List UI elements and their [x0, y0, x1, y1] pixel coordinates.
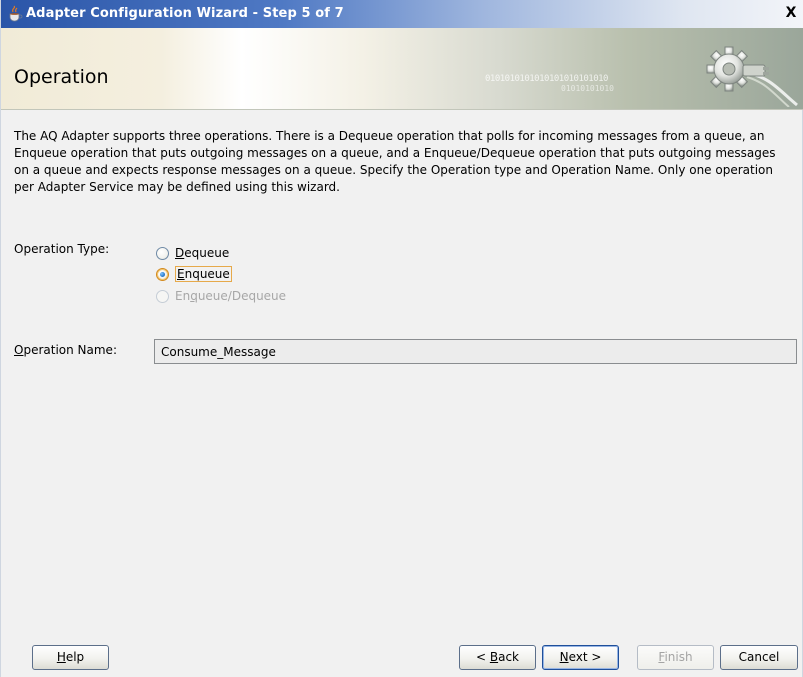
label-rest: peration Name: [23, 343, 117, 357]
operation-name-label: Operation Name: [14, 343, 117, 357]
label-rest: ack [498, 650, 519, 664]
label-rest: inish [664, 650, 693, 664]
back-button[interactable]: < Back [459, 645, 536, 670]
cancel-button[interactable]: Cancel [720, 645, 798, 670]
help-button[interactable]: Help [32, 645, 109, 670]
close-button[interactable]: X [782, 4, 800, 22]
operation-type-label: Operation Type: [14, 242, 110, 256]
mnemonic-e: E [177, 267, 185, 281]
enqueue-radio[interactable]: Enqueue [156, 265, 232, 283]
binary-decoration-2: 01010101010 [561, 84, 614, 93]
operation-description: The AQ Adapter supports three operations… [14, 129, 776, 194]
wizard-header: Operation 0101010101010101010101010 0101… [1, 28, 803, 110]
dequeue-radio-label[interactable]: Dequeue [175, 246, 229, 260]
step-title: Operation [14, 66, 109, 88]
binary-decoration: 0101010101010101010101010 [485, 74, 608, 84]
mnemonic-b: B [489, 650, 499, 664]
title-bar[interactable]: Adapter Configuration Wizard - Step 5 of… [1, 0, 803, 28]
finish-button: Finish [637, 645, 714, 670]
operation-name-input[interactable] [154, 339, 797, 364]
label-rest: nqueue [184, 267, 230, 281]
dequeue-radio[interactable]: Dequeue [156, 244, 229, 262]
label-rest: equeue [184, 246, 230, 260]
radio-disabled-icon [156, 289, 169, 303]
radio-unchecked-icon[interactable] [156, 246, 169, 260]
radio-checked-icon[interactable] [156, 267, 169, 281]
label-pre: En [175, 289, 191, 303]
label-rest: ueue/Dequeue [197, 289, 287, 303]
mnemonic-d: D [175, 246, 185, 260]
mnemonic-h: H [56, 650, 66, 664]
window-title: Adapter Configuration Wizard - Step 5 of… [26, 6, 344, 21]
mnemonic-n: N [559, 650, 569, 664]
enqueue-radio-label[interactable]: Enqueue [175, 266, 232, 282]
adapter-gear-icon [706, 46, 798, 107]
mnemonic-q: q [190, 289, 198, 303]
label-pre: < [475, 650, 490, 664]
enqueue-dequeue-radio-label: Enqueue/Dequeue [175, 289, 286, 303]
wizard-window: Adapter Configuration Wizard - Step 5 of… [0, 0, 803, 677]
enqueue-dequeue-radio[interactable]: Enqueue/Dequeue [156, 287, 286, 305]
java-coffee-cup-icon [9, 5, 23, 22]
label-rest: ext > [568, 650, 602, 664]
close-icon: X [785, 5, 797, 21]
next-button[interactable]: Next > [542, 645, 619, 670]
label-rest: elp [65, 650, 85, 664]
